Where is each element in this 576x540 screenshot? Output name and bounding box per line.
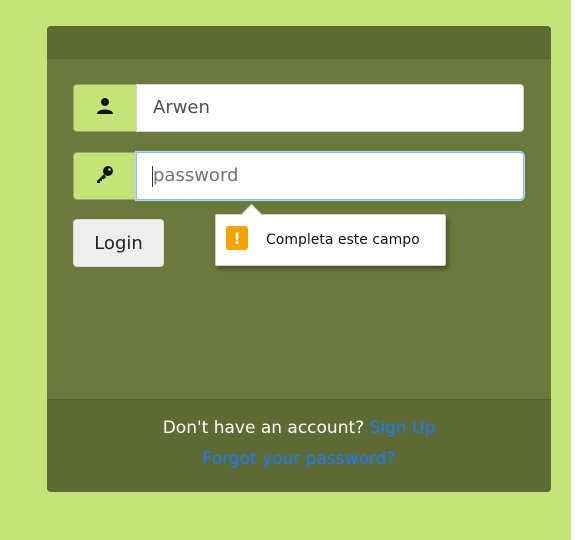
login-card: Arwen password Login ! Completa este cam… — [47, 26, 551, 492]
forgot-password-link[interactable]: Forgot your password? — [203, 449, 396, 469]
user-icon — [96, 97, 114, 119]
username-value: Arwen — [153, 97, 210, 118]
password-placeholder: password — [153, 165, 239, 186]
key-icon — [96, 165, 114, 187]
username-group: Arwen — [73, 84, 524, 132]
signup-link[interactable]: Sign Up — [370, 418, 436, 438]
validation-tooltip: ! Completa este campo — [215, 203, 446, 266]
card-footer: Don't have an account? Sign Up Forgot yo… — [47, 399, 551, 492]
password-input[interactable]: password — [136, 152, 524, 200]
login-button[interactable]: Login — [73, 219, 164, 267]
tooltip-arrow — [240, 203, 263, 226]
signup-prompt: Don't have an account? — [162, 418, 370, 438]
page-edge — [571, 0, 576, 540]
forgot-line: Forgot your password? — [47, 449, 551, 469]
warning-icon: ! — [226, 226, 248, 250]
card-header — [47, 26, 551, 59]
password-group: password — [73, 152, 524, 200]
username-input[interactable]: Arwen — [136, 84, 524, 132]
password-addon — [73, 152, 136, 200]
signup-line: Don't have an account? Sign Up — [47, 418, 551, 438]
tooltip-message: Completa este campo — [266, 232, 420, 248]
username-addon — [73, 84, 136, 132]
